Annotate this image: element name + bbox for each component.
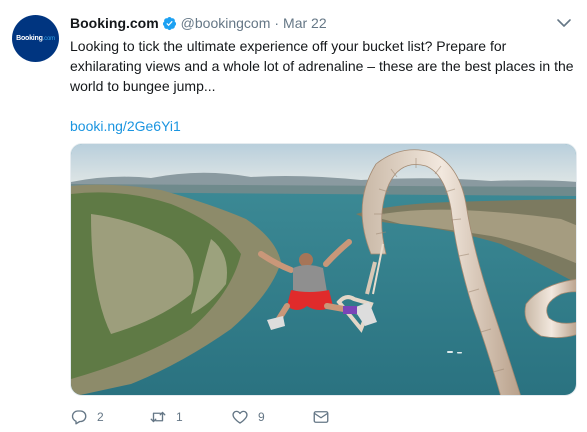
reply-button[interactable]: 2 — [70, 406, 104, 428]
direct-message-icon — [313, 411, 329, 423]
retweet-count: 1 — [176, 410, 183, 424]
handle[interactable]: @bookingcom — [181, 15, 271, 31]
booking-logo: Booking.com — [16, 35, 55, 42]
tweet-date[interactable]: Mar 22 — [283, 15, 327, 31]
chevron-down-icon[interactable] — [556, 17, 572, 29]
retweet-button[interactable]: 1 — [149, 406, 183, 428]
reply-icon — [71, 410, 87, 425]
tweet-header: Booking.com @bookingcom · Mar 22 — [70, 13, 327, 33]
avatar[interactable]: Booking.com — [12, 15, 59, 62]
display-name[interactable]: Booking.com — [70, 15, 159, 31]
verified-badge-icon — [162, 16, 176, 30]
like-button[interactable]: 9 — [231, 406, 265, 428]
tweet-link[interactable]: booki.ng/2Ge6Yi1 — [70, 116, 181, 136]
bungee-photo — [71, 144, 576, 395]
tweet-text: Looking to tick the ultimate experience … — [70, 38, 574, 94]
separator: · — [274, 15, 280, 31]
reply-count: 2 — [97, 410, 104, 424]
direct-message-button[interactable] — [312, 406, 330, 428]
tweet-media-image[interactable] — [70, 143, 577, 396]
like-count: 9 — [258, 410, 265, 424]
like-icon — [232, 410, 248, 424]
retweet-icon — [150, 411, 166, 423]
